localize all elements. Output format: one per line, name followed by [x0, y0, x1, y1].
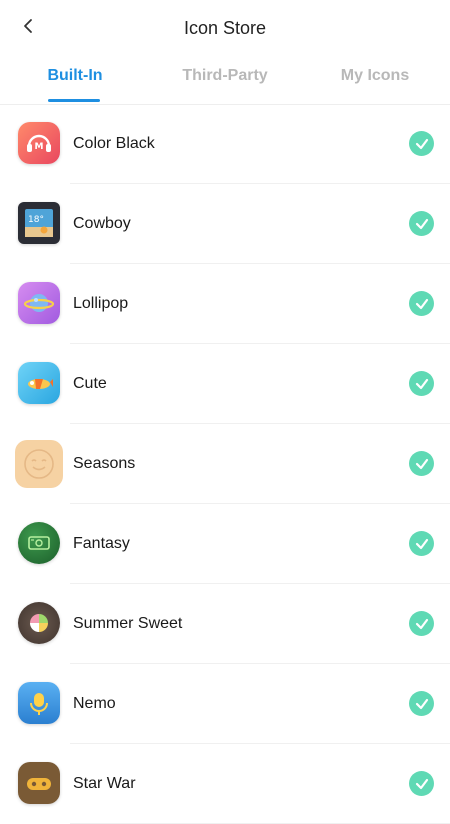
green-card-icon — [18, 522, 60, 564]
theme-name: Lollipop — [73, 295, 129, 312]
check-icon — [409, 211, 434, 236]
planet-icon — [18, 282, 60, 324]
list-item[interactable]: Seasons — [0, 424, 450, 504]
check-icon — [409, 531, 434, 556]
tab-built-in[interactable]: Built-In — [0, 67, 150, 85]
fruit-slice-icon — [18, 602, 60, 644]
airplane-icon — [18, 362, 60, 404]
microphone-icon — [18, 682, 60, 724]
top-bar: Icon Store — [0, 0, 450, 58]
list-item[interactable]: Cute — [0, 344, 450, 424]
check-icon — [409, 131, 434, 156]
theme-name: Cute — [73, 375, 107, 392]
check-icon — [409, 371, 434, 396]
svg-text:18°: 18° — [28, 215, 44, 225]
weather-calendar-icon: 18° — [18, 202, 60, 244]
page-title: Icon Store — [183, 18, 267, 38]
app-face-icon — [15, 440, 63, 488]
icon-theme-list: M Color Black 18° Cowboy Lollipop Cute S… — [0, 104, 450, 824]
check-icon — [409, 611, 434, 636]
check-icon — [409, 691, 434, 716]
check-icon — [409, 771, 434, 796]
theme-name: Star War — [73, 775, 136, 792]
theme-name: Summer Sweet — [73, 615, 183, 632]
tab-bar: Built-In Third-Party My Icons — [0, 58, 450, 105]
list-item[interactable]: Lollipop — [0, 264, 450, 344]
gamepad-icon — [18, 762, 60, 804]
list-item[interactable]: Fantasy — [0, 504, 450, 584]
list-item[interactable]: Star War — [0, 744, 450, 824]
tab-third-party[interactable]: Third-Party — [150, 67, 300, 85]
theme-name: Fantasy — [73, 535, 130, 552]
list-item[interactable]: 18° Cowboy — [0, 184, 450, 264]
list-item[interactable]: Nemo — [0, 664, 450, 744]
svg-text:M: M — [35, 142, 44, 152]
theme-name: Cowboy — [73, 215, 131, 232]
music-headphones-icon: M — [18, 122, 60, 164]
active-tab-indicator — [48, 99, 100, 102]
check-icon — [409, 451, 434, 476]
check-icon — [409, 291, 434, 316]
list-item[interactable]: M Color Black — [0, 104, 450, 184]
theme-name: Nemo — [73, 695, 116, 712]
list-item[interactable]: Summer Sweet — [0, 584, 450, 664]
theme-name: Color Black — [73, 135, 155, 152]
tab-my-icons[interactable]: My Icons — [300, 67, 450, 85]
theme-name: Seasons — [73, 455, 136, 472]
